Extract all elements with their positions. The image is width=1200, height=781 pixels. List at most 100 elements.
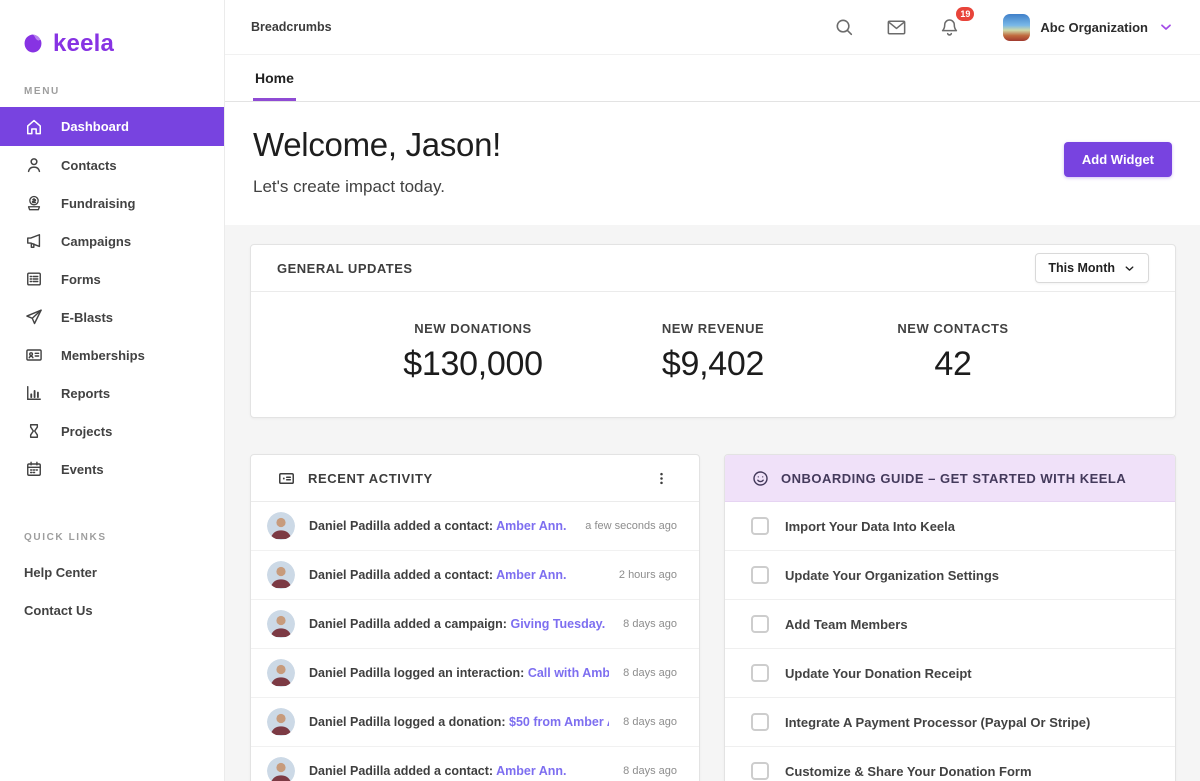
checkbox[interactable] — [751, 713, 769, 731]
sidebar-item[interactable]: Dashboard — [0, 107, 224, 146]
welcome-subtitle: Let's create impact today. — [253, 177, 501, 197]
checkbox[interactable] — [751, 517, 769, 535]
activity-text: Daniel Padilla added a contact: Amber An… — [309, 764, 609, 778]
add-widget-button[interactable]: Add Widget — [1064, 142, 1172, 177]
home-icon — [24, 117, 44, 137]
activity-text: Daniel Padilla added a contact: Amber An… — [309, 519, 571, 533]
activity-link[interactable]: Amber Ann. — [496, 568, 566, 582]
smiley-icon — [751, 469, 770, 488]
sidebar-item-label: Contacts — [61, 158, 117, 173]
sidebar-item[interactable]: Fundraising — [0, 184, 224, 222]
user-avatar — [267, 610, 295, 638]
checklist-item: Add Team Members — [725, 600, 1175, 649]
dashboard-content: GENERAL UPDATES This Month NEW DONATIONS… — [225, 225, 1200, 781]
checklist-item: Update Your Donation Receipt — [725, 649, 1175, 698]
chevron-down-icon — [1158, 19, 1174, 35]
user-avatar — [267, 512, 295, 540]
activity-card-icon — [277, 469, 296, 488]
activity-text: Daniel Padilla added a contact: Amber An… — [309, 568, 605, 582]
checkbox[interactable] — [751, 664, 769, 682]
checklist-item-label: Integrate A Payment Processor (Paypal Or… — [785, 715, 1090, 730]
activity-text: Daniel Padilla added a campaign: Giving … — [309, 617, 609, 631]
quick-links: Help Center Contact Us — [0, 553, 224, 629]
keela-leaf-icon — [20, 31, 46, 57]
sidebar-item[interactable]: Forms — [0, 260, 224, 298]
activity-link[interactable]: Amber Ann. — [496, 764, 566, 778]
activity-timestamp: a few seconds ago — [585, 520, 677, 532]
checklist-item-label: Update Your Organization Settings — [785, 568, 999, 583]
activity-row: Daniel Padilla added a contact: Amber An… — [251, 747, 699, 781]
stat-value: 42 — [833, 345, 1073, 384]
contacts-icon — [24, 155, 44, 175]
onboarding-checklist: Import Your Data Into Keela Update Your … — [725, 502, 1175, 781]
mail-icon[interactable] — [883, 14, 910, 41]
stat-label: NEW DONATIONS — [353, 321, 593, 336]
stat-label: NEW CONTACTS — [833, 321, 1073, 336]
activity-link[interactable]: Giving Tuesday. — [510, 617, 605, 631]
general-updates-card: GENERAL UPDATES This Month NEW DONATIONS… — [250, 244, 1176, 418]
sidebar-item[interactable]: Events — [0, 450, 224, 488]
stat-block: NEW REVENUE $9,402 — [593, 321, 833, 384]
checklist-item-label: Update Your Donation Receipt — [785, 666, 972, 681]
org-selector[interactable]: Abc Organization — [1003, 14, 1174, 41]
activity-timestamp: 8 days ago — [623, 765, 677, 777]
checkbox[interactable] — [751, 566, 769, 584]
calendar-icon — [24, 459, 44, 479]
recent-activity-header: RECENT ACTIVITY — [251, 455, 699, 502]
membership-card-icon — [24, 345, 44, 365]
sidebar-item[interactable]: Memberships — [0, 336, 224, 374]
stat-label: NEW REVENUE — [593, 321, 833, 336]
activity-row: Daniel Padilla logged a donation: $50 fr… — [251, 698, 699, 747]
checklist-item: Update Your Organization Settings — [725, 551, 1175, 600]
recent-activity-card: RECENT ACTIVITY — [250, 454, 700, 781]
chevron-down-icon — [1123, 262, 1136, 275]
period-dropdown[interactable]: This Month — [1035, 253, 1149, 283]
activity-row: Daniel Padilla added a contact: Amber An… — [251, 502, 699, 551]
activity-timestamp: 2 hours ago — [619, 569, 677, 581]
tab-home[interactable]: Home — [253, 55, 296, 101]
quick-link[interactable]: Help Center — [0, 553, 224, 591]
activity-link[interactable]: Call with Amber. — [528, 666, 609, 680]
activity-link[interactable]: Amber Ann. — [496, 519, 566, 533]
sidebar-item[interactable]: E-Blasts — [0, 298, 224, 336]
checkbox[interactable] — [751, 615, 769, 633]
keela-logo[interactable]: keela — [0, 0, 224, 62]
sidebar-item[interactable]: Contacts — [0, 146, 224, 184]
sidebar-item[interactable]: Campaigns — [0, 222, 224, 260]
breadcrumb: Breadcrumbs — [251, 20, 332, 34]
paper-plane-icon — [24, 307, 44, 327]
sidebar-item[interactable]: Reports — [0, 374, 224, 412]
period-label: This Month — [1048, 261, 1115, 275]
sidebar-item-label: Dashboard — [61, 119, 129, 134]
checklist-item: Customize & Share Your Donation Form — [725, 747, 1175, 781]
stat-value: $9,402 — [593, 345, 833, 384]
search-icon[interactable] — [831, 14, 857, 40]
activity-row: Daniel Padilla logged an interaction: Ca… — [251, 649, 699, 698]
activity-list: Daniel Padilla added a contact: Amber An… — [251, 502, 699, 781]
kebab-menu-icon[interactable] — [650, 466, 673, 491]
checklist-item: Integrate A Payment Processor (Paypal Or… — [725, 698, 1175, 747]
quick-link[interactable]: Contact Us — [0, 591, 224, 629]
recent-activity-title: RECENT ACTIVITY — [308, 471, 433, 486]
user-avatar — [267, 708, 295, 736]
activity-timestamp: 8 days ago — [623, 618, 677, 630]
sidebar-item-label: Reports — [61, 386, 110, 401]
hourglass-icon — [24, 421, 44, 441]
checklist-item-label: Customize & Share Your Donation Form — [785, 764, 1032, 779]
quick-link-label: Contact Us — [24, 603, 93, 618]
quick-link-label: Help Center — [24, 565, 97, 580]
user-avatar — [267, 757, 295, 781]
activity-row: Daniel Padilla added a contact: Amber An… — [251, 551, 699, 600]
bar-chart-icon — [24, 383, 44, 403]
menu-section-label: MENU — [24, 86, 224, 97]
sidebar-item-label: Events — [61, 462, 104, 477]
activity-link[interactable]: $50 from Amber Ann. — [509, 715, 609, 729]
checkbox[interactable] — [751, 762, 769, 780]
activity-text: Daniel Padilla logged a donation: $50 fr… — [309, 715, 609, 729]
user-avatar — [267, 659, 295, 687]
sidebar: keela MENU Dashboard Contacts Fundraisin… — [0, 0, 225, 781]
onboarding-title: ONBOARDING GUIDE – GET STARTED WITH KEEL… — [781, 471, 1126, 486]
sidebar-item[interactable]: Projects — [0, 412, 224, 450]
megaphone-icon — [24, 231, 44, 251]
bell-icon[interactable]: 19 — [936, 14, 963, 41]
